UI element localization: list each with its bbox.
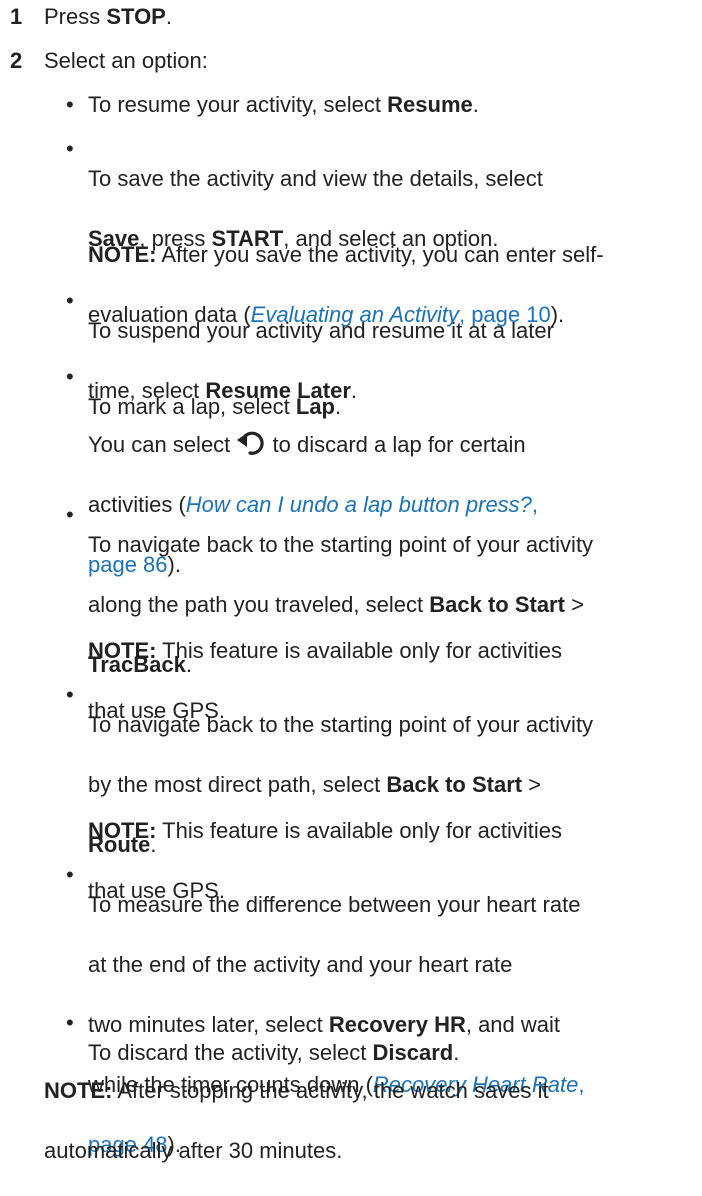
final-note: NOTE: After stopping the activity, the w… bbox=[44, 1078, 549, 1163]
step-number: 1 bbox=[10, 4, 23, 29]
option-resume-label: Resume bbox=[387, 92, 473, 117]
note-label: NOTE: bbox=[88, 242, 157, 267]
bullet-dot: • bbox=[66, 862, 74, 887]
bullet-dot: • bbox=[66, 502, 74, 527]
note-label: NOTE: bbox=[88, 818, 157, 843]
bullet-dot: • bbox=[66, 682, 74, 707]
bullet-dot: • bbox=[66, 364, 74, 389]
bullet-dot: • bbox=[66, 1010, 74, 1035]
step-number: 2 bbox=[10, 48, 23, 73]
note-label: NOTE: bbox=[44, 1078, 113, 1103]
step-text: Press STOP. bbox=[44, 4, 172, 29]
note-label: NOTE: bbox=[88, 638, 157, 663]
option-resume: To resume your activity, select Resume. bbox=[88, 92, 479, 117]
step-text: Select an option: bbox=[44, 48, 208, 73]
bullet-dot: • bbox=[66, 92, 74, 117]
bullet-dot: • bbox=[66, 136, 74, 161]
manual-page: 1 Press STOP. 2 Select an option: • To r… bbox=[0, 0, 702, 1163]
bullet-dot: • bbox=[66, 288, 74, 313]
undo-icon bbox=[236, 431, 266, 457]
key-stop: STOP bbox=[106, 4, 166, 29]
